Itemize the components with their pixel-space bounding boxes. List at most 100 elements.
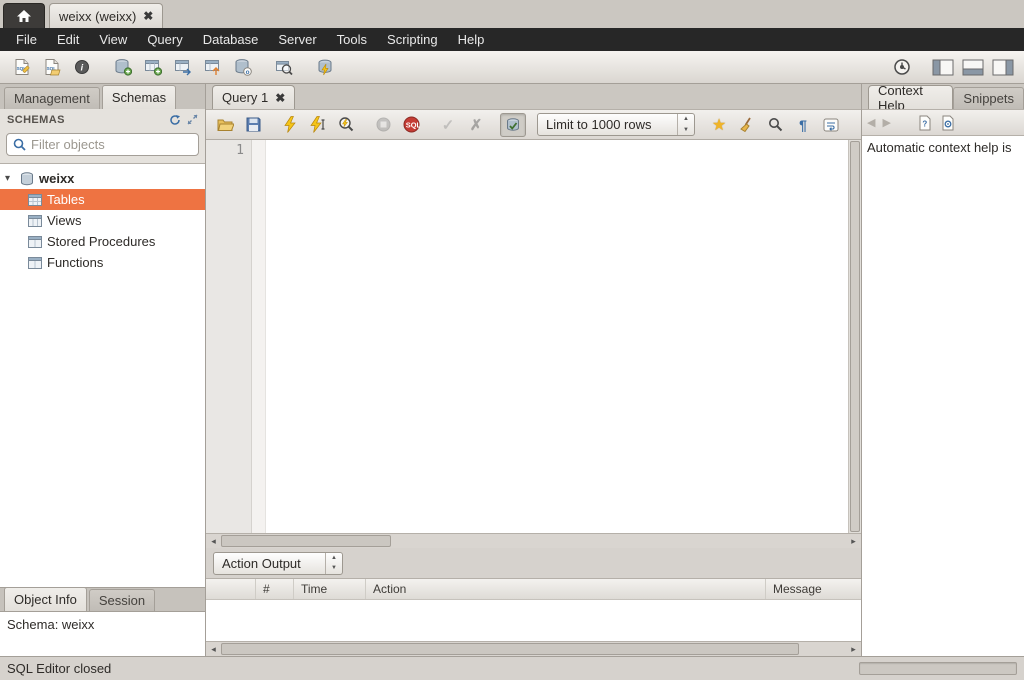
limit-rows-stepper[interactable]: ▲ ▼ bbox=[677, 114, 694, 135]
editor-horizontal-scrollbar[interactable]: ◂ ▸ bbox=[206, 533, 861, 548]
scrollbar-track[interactable] bbox=[221, 534, 846, 548]
find-button[interactable] bbox=[762, 113, 788, 137]
tab-object-info-label: Object Info bbox=[14, 592, 77, 607]
toggle-automatic-help-icon[interactable] bbox=[940, 115, 956, 131]
tree-node-schema[interactable]: ▾ weixx bbox=[0, 168, 205, 189]
tree-node-functions[interactable]: Functions bbox=[0, 252, 205, 273]
sidebar-bottom-tabbar: Object Info Session bbox=[0, 587, 205, 611]
open-file-button[interactable] bbox=[212, 113, 238, 137]
scrollbar-thumb[interactable] bbox=[850, 141, 860, 532]
scrollbar-thumb[interactable] bbox=[221, 535, 391, 547]
create-table-button[interactable] bbox=[139, 54, 166, 80]
sql-editor-area[interactable] bbox=[266, 140, 848, 533]
filter-objects-input[interactable] bbox=[31, 137, 192, 152]
menu-tools[interactable]: Tools bbox=[327, 29, 377, 50]
lookup-help-icon[interactable]: ? bbox=[917, 115, 933, 131]
open-sql-script-button[interactable]: SQL bbox=[38, 54, 65, 80]
connection-tab[interactable]: weixx (weixx) ✖ bbox=[49, 3, 163, 28]
toggle-word-wrap-button[interactable] bbox=[818, 113, 844, 137]
save-snippet-button[interactable]: ★ bbox=[706, 113, 732, 137]
tab-object-info[interactable]: Object Info bbox=[4, 587, 87, 611]
tab-context-help[interactable]: Context Help bbox=[868, 85, 953, 109]
menu-database[interactable]: Database bbox=[193, 29, 269, 50]
right-sidebar: Context Help Snippets ◀ ▶ ? Automatic co… bbox=[861, 84, 1024, 656]
editor-vertical-scrollbar[interactable] bbox=[848, 140, 861, 533]
menu-help[interactable]: Help bbox=[448, 29, 495, 50]
output-table-header: # Time Action Message bbox=[206, 579, 861, 600]
scroll-right-icon[interactable]: ▸ bbox=[846, 534, 861, 548]
execute-script-button[interactable] bbox=[277, 113, 303, 137]
commit-button: ✓ bbox=[435, 113, 461, 137]
stepper-up-icon[interactable]: ▲ bbox=[678, 114, 694, 125]
stepper-down-icon[interactable]: ▼ bbox=[326, 563, 342, 574]
filter-row bbox=[0, 130, 205, 164]
scroll-left-icon[interactable]: ◂ bbox=[206, 534, 221, 548]
menu-scripting[interactable]: Scripting bbox=[377, 29, 448, 50]
toggle-stop-on-error-button[interactable]: SQL bbox=[398, 113, 424, 137]
refresh-schemas-icon[interactable] bbox=[169, 114, 181, 126]
context-help-content: Automatic context help is bbox=[862, 136, 1024, 656]
chevron-down-icon[interactable]: ▾ bbox=[5, 173, 15, 184]
server-status-button[interactable] bbox=[888, 54, 915, 80]
menu-server[interactable]: Server bbox=[268, 29, 326, 50]
menu-view[interactable]: View bbox=[89, 29, 137, 50]
search-data-button[interactable] bbox=[270, 54, 297, 80]
tab-query-1[interactable]: Query 1 ✖ bbox=[212, 85, 295, 109]
new-sql-editor-button[interactable]: SQL bbox=[8, 54, 35, 80]
scrollbar-track[interactable] bbox=[221, 642, 846, 656]
create-schema-button[interactable] bbox=[109, 54, 136, 80]
output-col-message[interactable]: Message bbox=[766, 579, 861, 599]
tree-node-tables[interactable]: Tables bbox=[0, 189, 205, 210]
tab-management-label: Management bbox=[14, 91, 90, 106]
output-col-action[interactable]: Action bbox=[366, 579, 766, 599]
output-horizontal-scrollbar[interactable]: ◂ ▸ bbox=[206, 641, 861, 656]
menu-edit[interactable]: Edit bbox=[47, 29, 89, 50]
create-procedure-button[interactable] bbox=[199, 54, 226, 80]
stepper-down-icon[interactable]: ▼ bbox=[678, 125, 694, 136]
output-col-icon[interactable] bbox=[206, 579, 256, 599]
scroll-right-icon[interactable]: ▸ bbox=[846, 642, 861, 656]
output-col-number[interactable]: # bbox=[256, 579, 294, 599]
tab-snippets[interactable]: Snippets bbox=[953, 87, 1024, 109]
output-col-time[interactable]: Time bbox=[294, 579, 366, 599]
left-sidebar: Management Schemas SCHEMAS bbox=[0, 84, 206, 656]
stepper-up-icon[interactable]: ▲ bbox=[326, 553, 342, 564]
toggle-bottom-panel-button[interactable] bbox=[959, 54, 986, 80]
tab-management[interactable]: Management bbox=[4, 87, 100, 109]
explain-plan-button[interactable] bbox=[333, 113, 359, 137]
tree-node-views[interactable]: Views bbox=[0, 210, 205, 231]
scroll-left-icon[interactable]: ◂ bbox=[206, 642, 221, 656]
home-tab[interactable] bbox=[3, 3, 45, 28]
toggle-invisibles-button[interactable]: ¶ bbox=[790, 113, 816, 137]
output-type-select[interactable]: Action Output ▲ ▼ bbox=[213, 552, 343, 575]
output-type-stepper[interactable]: ▲ ▼ bbox=[325, 553, 342, 574]
beautify-query-button[interactable] bbox=[734, 113, 760, 137]
filter-box bbox=[6, 133, 199, 156]
create-view-button[interactable] bbox=[169, 54, 196, 80]
toggle-left-sidebar-icon bbox=[932, 59, 954, 76]
tree-node-stored-procedures[interactable]: Stored Procedures bbox=[0, 231, 205, 252]
execute-current-statement-button[interactable] bbox=[305, 113, 331, 137]
search-table-icon bbox=[275, 58, 293, 76]
close-icon[interactable]: ✖ bbox=[275, 92, 285, 104]
tab-session[interactable]: Session bbox=[89, 589, 155, 611]
toggle-left-sidebar-button[interactable] bbox=[929, 54, 956, 80]
collapse-panel-icon[interactable] bbox=[187, 114, 198, 125]
execute-current-icon bbox=[310, 116, 327, 133]
save-script-button[interactable] bbox=[240, 113, 266, 137]
menu-query[interactable]: Query bbox=[137, 29, 192, 50]
close-icon[interactable]: ✖ bbox=[143, 10, 153, 22]
tab-schemas[interactable]: Schemas bbox=[102, 85, 176, 109]
info-icon: i bbox=[74, 59, 90, 75]
toggle-autocommit-button[interactable] bbox=[500, 113, 526, 137]
fold-margin bbox=[252, 140, 266, 533]
limit-rows-select[interactable]: Limit to 1000 rows ▲ ▼ bbox=[537, 113, 695, 136]
create-function-button[interactable]: o bbox=[229, 54, 256, 80]
toggle-right-sidebar-button[interactable] bbox=[989, 54, 1016, 80]
scrollbar-thumb[interactable] bbox=[221, 643, 799, 655]
server-status-icon bbox=[893, 58, 911, 76]
reconnect-dbms-button[interactable] bbox=[311, 54, 338, 80]
home-icon bbox=[16, 9, 32, 23]
inspector-button[interactable]: i bbox=[68, 54, 95, 80]
menu-file[interactable]: File bbox=[6, 29, 47, 50]
